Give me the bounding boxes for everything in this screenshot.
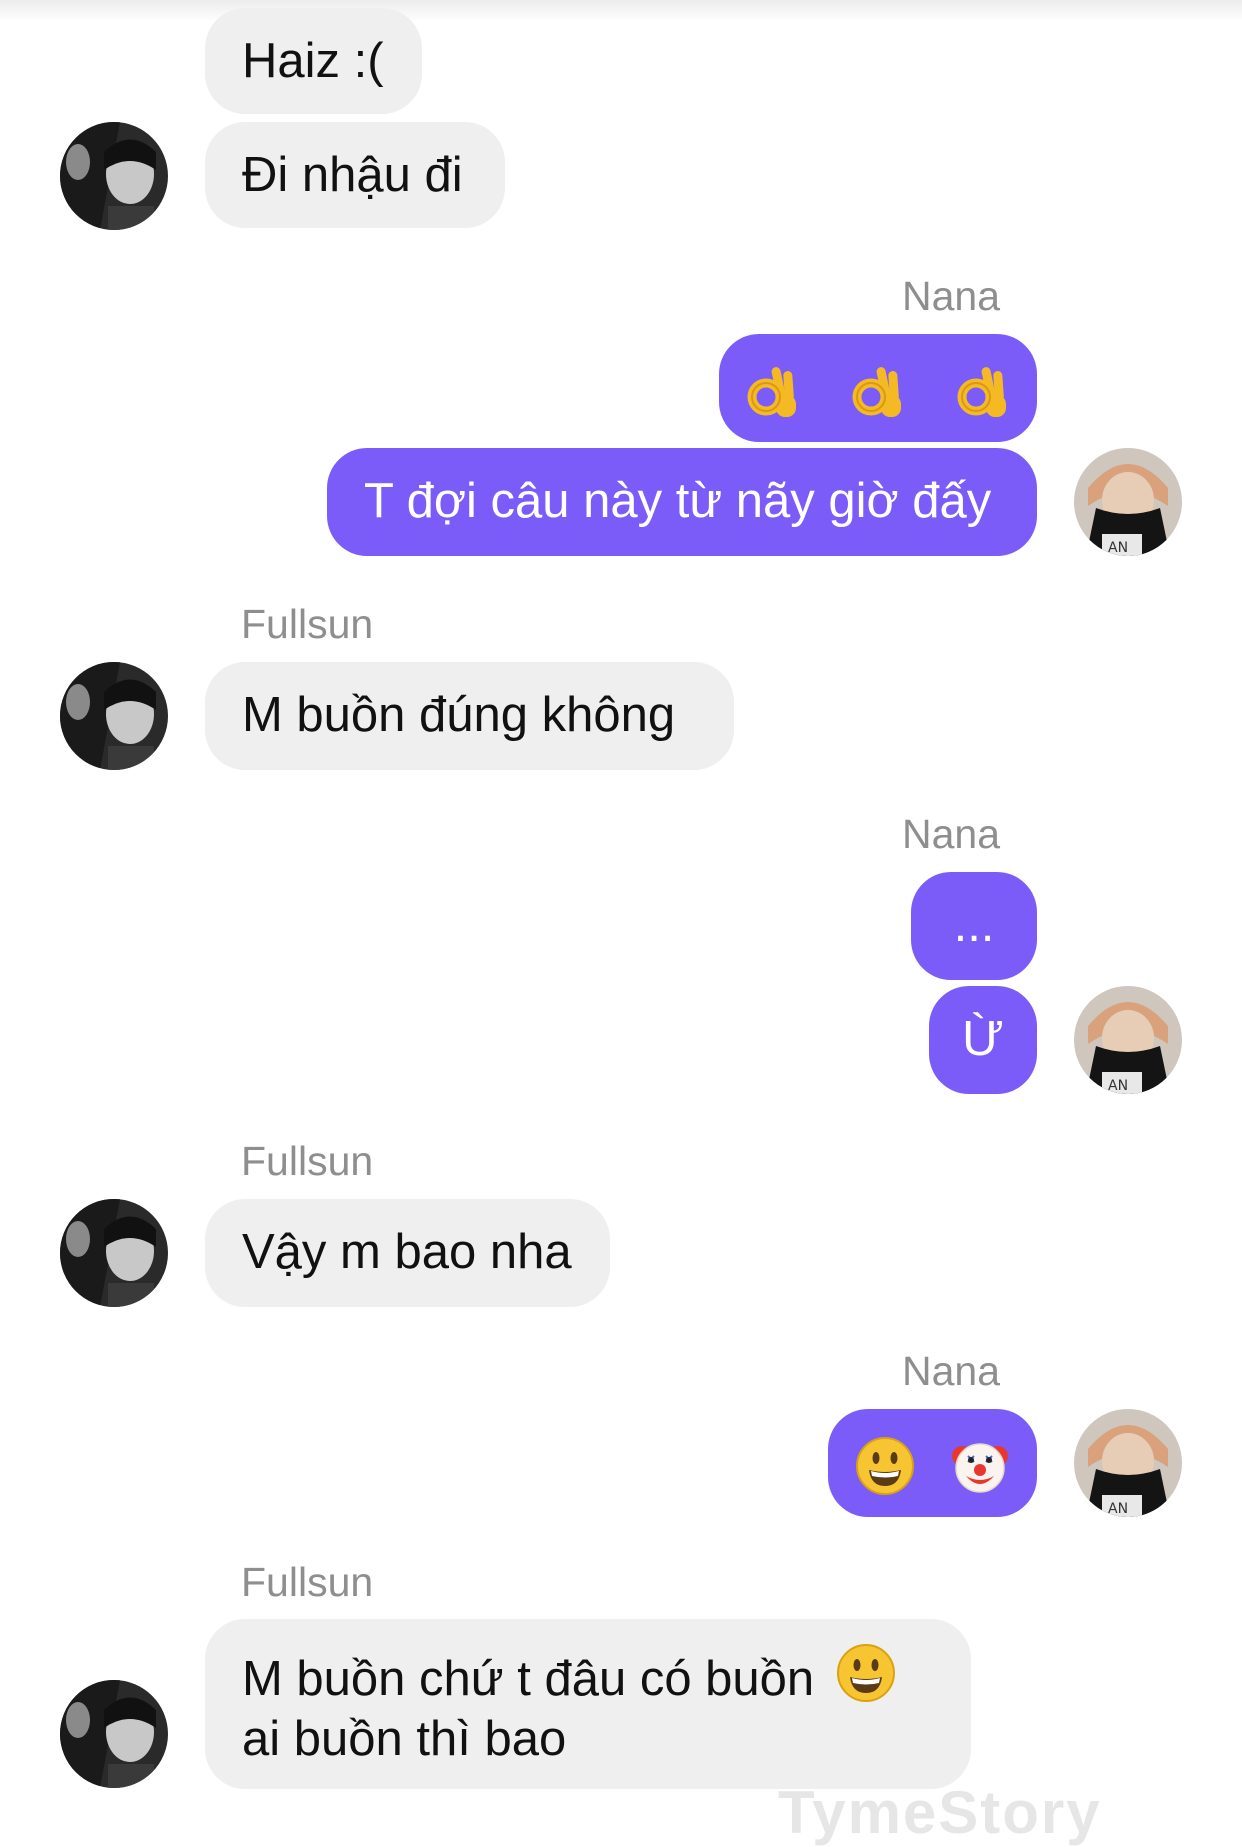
svg-text:AN: AN [1108, 1501, 1128, 1517]
message-text: T đợi câu này từ nãy giờ đấy [364, 474, 992, 528]
outgoing-message[interactable]: ... [911, 872, 1037, 980]
grinning-face-emoji-icon [836, 1644, 895, 1702]
message-emojis [855, 1436, 1010, 1496]
top-shadow [0, 0, 1242, 22]
sender-name: Nana [901, 811, 1000, 857]
contact-avatar[interactable] [60, 122, 168, 230]
sender-name: Nana [901, 1348, 1000, 1394]
outgoing-message[interactable]: Ừ [929, 986, 1037, 1094]
sender-name: Nana [901, 273, 1000, 319]
contact-avatar[interactable] [60, 1199, 168, 1307]
incoming-message[interactable]: Đi nhậu đi [205, 122, 505, 228]
outgoing-message[interactable] [828, 1409, 1037, 1517]
svg-text:AN: AN [1108, 1078, 1128, 1094]
outgoing-message[interactable]: T đợi câu này từ nãy giờ đấy [327, 448, 1037, 556]
ok-hand-emoji-icon [852, 367, 901, 418]
message-text: ai buồn thì bao [242, 1712, 567, 1766]
ok-hand-emoji-icon [957, 367, 1007, 418]
message-text: Haiz :( [242, 34, 384, 88]
contact-avatar[interactable] [60, 1680, 168, 1788]
message-text: M buồn đúng không [242, 688, 676, 742]
sender-name: Fullsun [241, 601, 374, 647]
message-text: ... [953, 898, 995, 952]
message-text: M buồn chứ t đâu có buồn [242, 1652, 815, 1706]
my-avatar[interactable]: AN [1074, 448, 1182, 556]
incoming-message[interactable]: M buồn chứ t đâu có buồn ai buồn thì bao [205, 1619, 971, 1789]
message-text: Vậy m bao nha [242, 1225, 572, 1279]
ok-hand-emoji-icon [747, 367, 796, 418]
sender-name: Fullsun [241, 1138, 374, 1184]
message-text: Ừ [962, 1012, 1004, 1066]
incoming-message[interactable]: Haiz :( [205, 8, 422, 114]
message-line: M buồn chứ t đâu có buồn [242, 1643, 934, 1709]
my-avatar[interactable]: AN [1074, 1409, 1182, 1517]
message-emojis [746, 361, 1011, 418]
outgoing-message[interactable] [719, 334, 1037, 442]
svg-text:AN: AN [1108, 540, 1128, 556]
message-text: Đi nhậu đi [242, 148, 463, 202]
clown-face-emoji-icon [952, 1443, 1009, 1493]
contact-avatar[interactable] [60, 662, 168, 770]
my-avatar[interactable]: AN [1074, 986, 1182, 1094]
incoming-message[interactable]: M buồn đúng không [205, 662, 734, 770]
grinning-face-emoji-icon [855, 1437, 914, 1496]
watermark: TymeStory [778, 1779, 1102, 1846]
sender-name: Fullsun [241, 1559, 374, 1605]
message-line: ai buồn thì bao [242, 1709, 934, 1769]
incoming-message[interactable]: Vậy m bao nha [205, 1199, 610, 1307]
